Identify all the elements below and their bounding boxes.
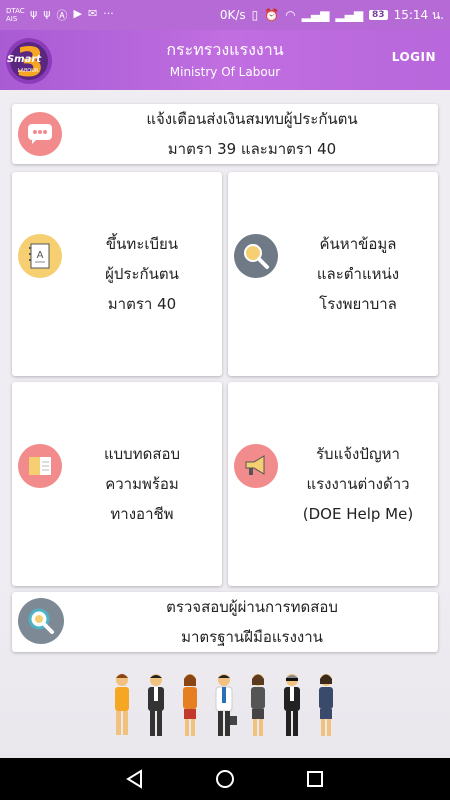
worker-figure (319, 674, 333, 736)
battery-level: 83 (369, 10, 388, 20)
recents-button[interactable] (303, 767, 327, 791)
career-test-line1: แบบทดสอบ (103, 445, 181, 463)
skill-standard-check-card[interactable]: ตรวจสอบผู้ผ่านการทดสอบ มาตรฐานฝีมือแรงงา… (12, 592, 438, 652)
career-test-line3: ทางอาชีพ (110, 505, 174, 523)
contribution-alert-line2: มาตรา 39 และมาตรา 40 (167, 140, 337, 158)
workers-illustration (108, 668, 344, 738)
carrier-dtac: DTAC (6, 7, 25, 15)
career-test-label: แบบทดสอบ ความพร้อม ทางอาชีพ (72, 439, 212, 529)
open-book-icon (18, 444, 62, 488)
back-triangle-icon (126, 769, 142, 789)
magnifier-icon (234, 234, 278, 278)
worker-figure (148, 674, 164, 736)
search-hospital-label: ค้นหาข้อมูล และตำแหน่ง โรงพยาบาล (288, 229, 428, 319)
status-bar: DTAC AIS ψ ψ Ⓐ ▶ ✉ ··· 0K/s ▯ ⏰ ◠ ▂▄▆ ▂▄… (0, 0, 450, 30)
android-nav-bar (0, 758, 450, 800)
notification-icons: ψ ψ Ⓐ ▶ ✉ ··· (30, 7, 114, 23)
worker-figure (215, 674, 237, 736)
network-speed: 0K/s (219, 8, 246, 22)
register-line2: ผู้ประกันตน (105, 265, 179, 283)
worker-figure (284, 674, 300, 736)
search-check-icon (18, 598, 64, 644)
mail-icon: ✉ (88, 7, 98, 20)
register-label: ขึ้นทะเบียน ผู้ประกันตน มาตรา 40 (72, 229, 212, 319)
usb-icon-2: ψ (43, 7, 51, 20)
vibrate-icon: ▯ (251, 8, 259, 22)
notebook-icon: A (18, 234, 62, 278)
play-icon: ▶ (73, 7, 82, 20)
skill-standard-check-line2: มาตรฐานฝีมือแรงงาน (181, 628, 323, 646)
foreign-worker-help-card[interactable]: รับแจ้งปัญหา แรงงานต่างด้าว (DOE Help Me… (228, 382, 438, 586)
megaphone-icon (234, 444, 278, 488)
search-hospital-line1: ค้นหาข้อมูล (319, 235, 397, 253)
register-line1: ขึ้นทะเบียน (105, 235, 179, 253)
skill-standard-check-line1: ตรวจสอบผู้ผ่านการทดสอบ (166, 598, 338, 616)
contribution-alert-card[interactable]: แจ้งเตือนส่งเงินสมทบผู้ประกันตน มาตรา 39… (12, 104, 438, 164)
search-hospital-line3: โรงพยาบาล (319, 295, 397, 313)
compass-icon: Ⓐ (56, 9, 68, 22)
page-title-english: Ministry Of Labour (169, 65, 281, 79)
clock: 15:14 น. (393, 7, 444, 22)
home-circle-icon (216, 770, 234, 788)
foreign-worker-help-line2: แรงงานต่างด้าว (306, 475, 410, 493)
register-insured-card[interactable]: A ขึ้นทะเบียน ผู้ประกันตน มาตรา 40 (12, 172, 222, 376)
signal-icon-2: ▂▄▆ (335, 8, 364, 22)
recents-square-icon (307, 771, 323, 787)
contribution-alert-label: แจ้งเตือนส่งเงินสมทบผู้ประกันตน มาตรา 39… (82, 104, 422, 164)
home-button[interactable] (213, 767, 237, 791)
svg-text:A: A (37, 250, 44, 261)
foreign-worker-help-line3: (DOE Help Me) (302, 505, 414, 523)
search-hospital-line2: และตำแหน่ง (316, 265, 400, 283)
wifi-icon: ◠ (285, 8, 296, 22)
chat-bubble-icon (18, 112, 62, 156)
worker-figure (183, 674, 197, 736)
login-button[interactable]: LOGIN (392, 50, 436, 64)
foreign-worker-help-line1: รับแจ้งปัญหา (316, 445, 400, 463)
usb-icon: ψ (30, 7, 38, 20)
foreign-worker-help-label: รับแจ้งปัญหา แรงงานต่างด้าว (DOE Help Me… (288, 439, 428, 529)
alarm-icon: ⏰ (264, 8, 280, 22)
app-header: 3 Smart LABOUR กระทรวงแรงงาน Ministry Of… (0, 30, 450, 90)
skill-standard-check-label: ตรวจสอบผู้ผ่านการทดสอบ มาตรฐานฝีมือแรงงา… (82, 592, 422, 652)
career-test-line2: ความพร้อม (105, 475, 179, 493)
more-icon: ··· (103, 7, 114, 20)
contribution-alert-line1: แจ้งเตือนส่งเงินสมทบผู้ประกันตน (146, 110, 358, 128)
worker-figure (115, 674, 129, 735)
signal-icon: ▂▄▆ (301, 8, 330, 22)
career-test-card[interactable]: แบบทดสอบ ความพร้อม ทางอาชีพ (12, 382, 222, 586)
back-button[interactable] (123, 767, 147, 791)
page-title-thai: กระทรวงแรงงาน (166, 40, 284, 59)
carrier-label: DTAC AIS (6, 7, 26, 23)
carrier-ais: AIS (6, 15, 18, 23)
register-line3: มาตรา 40 (107, 295, 177, 313)
worker-figure (251, 674, 265, 736)
search-hospital-card[interactable]: ค้นหาข้อมูล และตำแหน่ง โรงพยาบาล (228, 172, 438, 376)
